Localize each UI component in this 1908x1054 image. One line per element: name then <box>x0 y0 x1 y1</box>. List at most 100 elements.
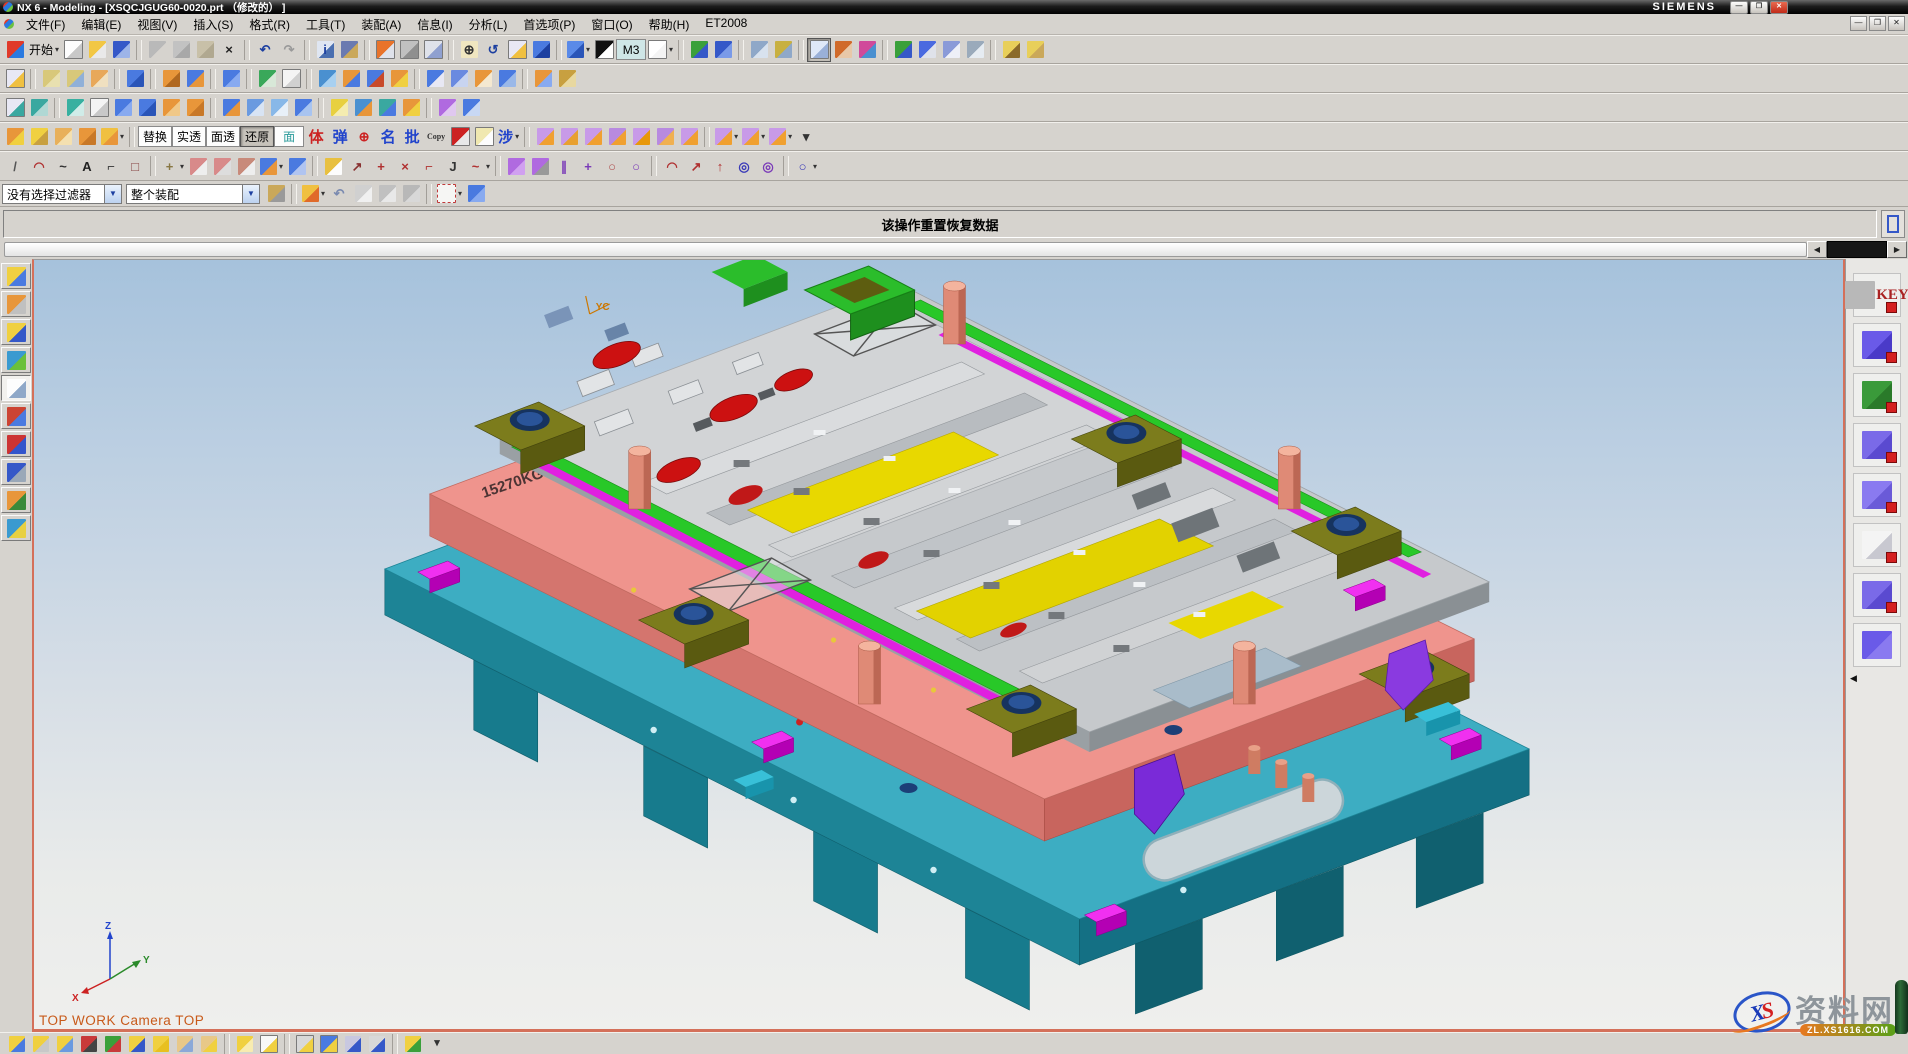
batch-button[interactable]: 批 <box>400 125 424 149</box>
pattern-component-icon[interactable] <box>233 1033 257 1054</box>
block-icon[interactable] <box>219 67 243 91</box>
reuse-punch-item[interactable] <box>1853 323 1901 367</box>
surface-screen-icon[interactable] <box>3 96 27 120</box>
child-minimize-button[interactable]: — <box>1850 16 1867 31</box>
menu-analysis[interactable]: 分析(L) <box>461 14 516 35</box>
fit-view-icon[interactable] <box>505 38 529 62</box>
find-component-icon[interactable] <box>337 38 361 62</box>
orient-view-absolute-icon[interactable] <box>711 38 735 62</box>
visualization-prefs-icon[interactable] <box>855 38 879 62</box>
law-extension-icon[interactable] <box>327 96 351 120</box>
arc-icon[interactable]: ◠ <box>27 154 51 178</box>
pull-face-icon[interactable] <box>557 125 581 149</box>
background-color-dropdown[interactable]: ▾ <box>646 38 675 62</box>
reuse-retainer-item[interactable] <box>1853 423 1901 467</box>
thicken-icon[interactable] <box>291 96 315 120</box>
dropdown-arrow[interactable]: ▾ <box>586 45 590 54</box>
reuse-die-insert-item[interactable] <box>1853 373 1901 417</box>
open-file-icon[interactable] <box>85 38 109 62</box>
zoom-in-out-icon[interactable]: ⊕ <box>457 38 481 62</box>
sketch-icon[interactable] <box>87 67 111 91</box>
pdw-insert-icon[interactable] <box>75 125 99 149</box>
subtract-icon[interactable] <box>363 67 387 91</box>
palettes-tab[interactable] <box>1 403 31 429</box>
sphere-icon[interactable] <box>315 67 339 91</box>
reuse-guide-bushing-item[interactable] <box>1853 523 1901 567</box>
circle-dropdown[interactable]: ○▾ <box>792 154 819 178</box>
profile-icon[interactable]: ⌐ <box>99 154 123 178</box>
chain-link-icon[interactable] <box>264 182 288 206</box>
undo-selection-icon[interactable]: ↶ <box>327 182 351 206</box>
layer-settings-icon[interactable] <box>747 38 771 62</box>
chevron-down-icon[interactable]: ▼ <box>104 185 121 203</box>
show-dof-icon[interactable] <box>149 1033 173 1054</box>
assembly-validate-icon[interactable] <box>401 1033 425 1054</box>
resize-face-icon[interactable] <box>629 125 653 149</box>
datum-plane-grid-icon[interactable] <box>63 96 87 120</box>
up-arrow-icon[interactable]: ↑ <box>708 154 732 178</box>
paste-icon[interactable] <box>193 38 217 62</box>
assembly-info-icon[interactable] <box>341 1033 365 1054</box>
copy-face-dropdown[interactable]: ▾ <box>713 125 740 149</box>
selection-filter-dropdown[interactable]: 没有选择过滤器 ▼ <box>2 184 122 204</box>
divide-curve-icon[interactable] <box>210 154 234 178</box>
measure-distance-icon[interactable] <box>999 38 1023 62</box>
pdw-punch-icon[interactable] <box>51 125 75 149</box>
shaded-cube-icon[interactable] <box>529 38 553 62</box>
silhouette-flange-icon[interactable] <box>351 96 375 120</box>
menu-window[interactable]: 窗口(O) <box>583 14 640 35</box>
marquee-select-dropdown[interactable]: ▾ <box>435 182 464 206</box>
body-display-button[interactable]: 体 <box>304 125 328 149</box>
project-curve-dropdown[interactable]: ▾ <box>258 154 285 178</box>
offset-region-icon[interactable] <box>581 125 605 149</box>
trim-curve-icon[interactable] <box>186 154 210 178</box>
dropdown-arrow[interactable]: ▾ <box>788 132 792 141</box>
circle-dashed-icon[interactable]: ○ <box>600 154 624 178</box>
visualization-tools-tab[interactable] <box>1 459 31 485</box>
assembly-navigator-tab[interactable] <box>1 263 31 289</box>
curve-x-icon[interactable]: × <box>393 154 417 178</box>
child-close-button[interactable]: ✕ <box>1888 16 1905 31</box>
dropdown-arrow[interactable]: ▾ <box>120 132 124 141</box>
ruled-surface-icon[interactable] <box>135 96 159 120</box>
sweep-along-guide-icon[interactable] <box>399 96 423 120</box>
menu-tools[interactable]: 工具(T) <box>298 14 353 35</box>
trim-body-icon[interactable] <box>531 67 555 91</box>
datum-plane-icon[interactable] <box>39 67 63 91</box>
move-face-icon[interactable] <box>533 125 557 149</box>
arc-point-icon[interactable]: ◠ <box>660 154 684 178</box>
screen-sketch-icon[interactable] <box>3 67 27 91</box>
scene-tab[interactable] <box>1 515 31 541</box>
parallel-line-icon[interactable]: ∥ <box>552 154 576 178</box>
x-form-icon[interactable] <box>435 96 459 120</box>
add-component-icon[interactable] <box>5 1033 29 1054</box>
offset-curve-dropdown[interactable]: ~▾ <box>465 154 492 178</box>
line-icon[interactable]: / <box>3 154 27 178</box>
edge-blend-icon[interactable] <box>423 67 447 91</box>
dropdown-arrow[interactable]: ▾ <box>180 162 184 171</box>
delete-icon[interactable]: × <box>217 38 241 62</box>
hole-icon[interactable] <box>159 67 183 91</box>
scrollbar-thumb[interactable] <box>1827 241 1887 258</box>
internet-browser-tab[interactable] <box>1 347 31 373</box>
point-plus-icon[interactable]: + <box>369 154 393 178</box>
constraint-navigator-tab[interactable] <box>1 291 31 317</box>
history-tab[interactable] <box>1 375 31 401</box>
spline-icon[interactable]: ~ <box>51 154 75 178</box>
face-display-button[interactable]: 面 <box>274 126 304 147</box>
menu-edit[interactable]: 编辑(E) <box>73 14 129 35</box>
translucent-cube-icon[interactable] <box>472 125 496 149</box>
window-clock-icon[interactable] <box>421 38 445 62</box>
section-surface-icon[interactable] <box>183 96 207 120</box>
wcs-orient-icon[interactable] <box>831 38 855 62</box>
reuse-elbow-item[interactable] <box>1853 623 1901 667</box>
point-dropdown[interactable]: +▾ <box>159 154 186 178</box>
dropdown-arrow[interactable]: ▾ <box>458 189 462 198</box>
graphics-viewport[interactable]: 15270KG <box>32 259 1845 1032</box>
selection-priority-face-icon[interactable] <box>915 38 939 62</box>
face-transparent-button[interactable]: 面透 <box>206 126 240 147</box>
design-document-icon[interactable] <box>321 154 345 178</box>
pdw-relief-dropdown[interactable]: ▾ <box>99 125 126 149</box>
pdw-die-base-icon[interactable] <box>27 125 51 149</box>
move-component-hand-icon[interactable] <box>173 1033 197 1054</box>
